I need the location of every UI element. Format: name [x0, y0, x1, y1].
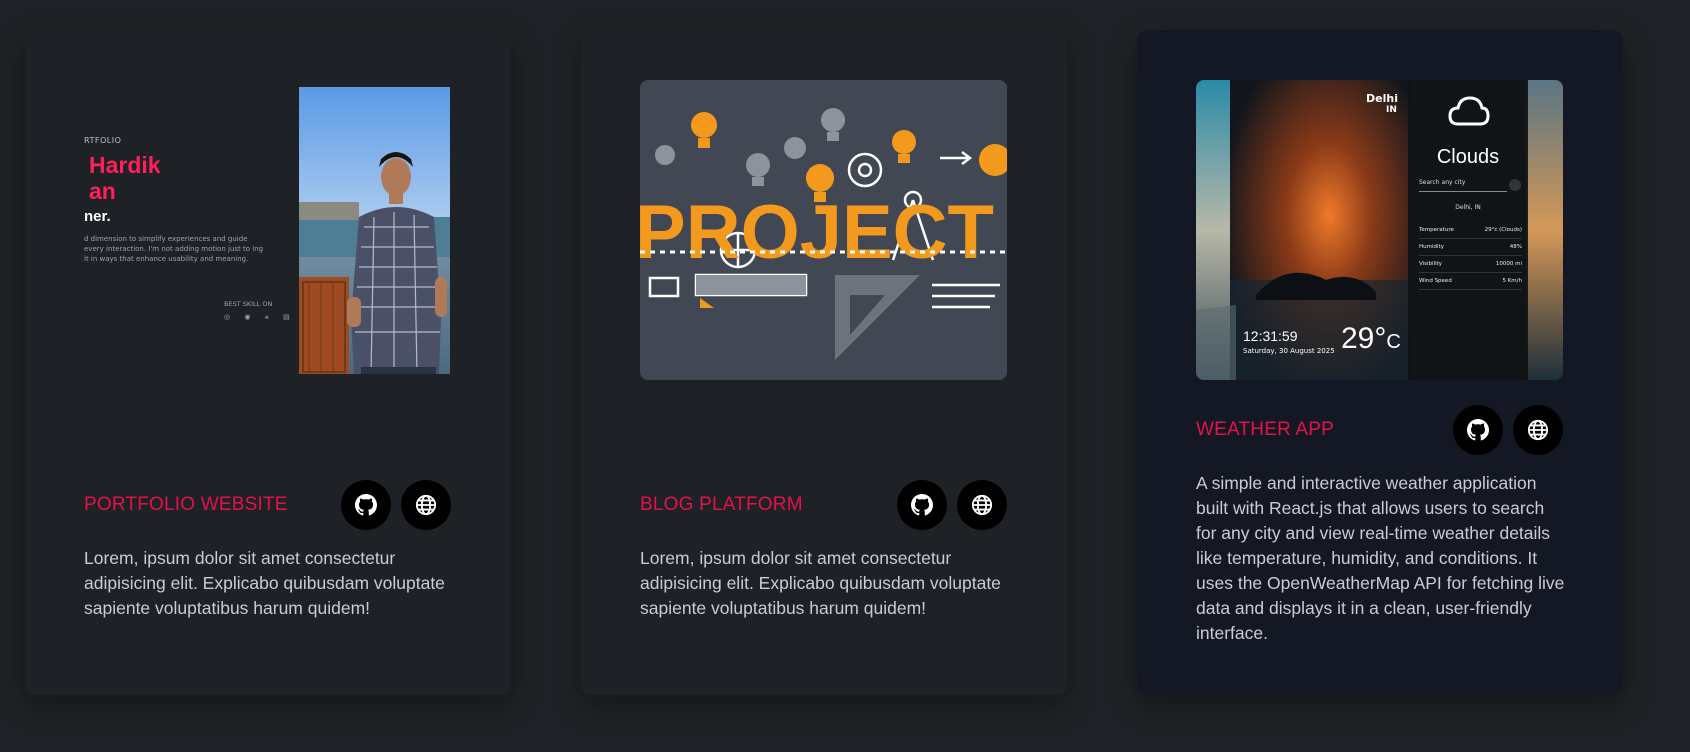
weather-temperature: 29°C — [1341, 322, 1401, 355]
project-card-weather: Delhi IN Clouds Search any city Delhi, I… — [1137, 30, 1623, 695]
live-site-button[interactable] — [957, 480, 1007, 530]
project-card-blog: PROJECT BLOG PLATFORM Lorem, ipsum dolor… — [581, 30, 1067, 695]
thumb-name: Hardik an — [89, 152, 161, 204]
profile-photo — [299, 87, 450, 374]
stat-row: Visibility 10000 mi — [1419, 256, 1522, 273]
project-title: WEATHER APP — [1196, 419, 1335, 440]
project-illustration: PROJECT — [640, 108, 1007, 360]
project-title: BLOG PLATFORM — [640, 494, 803, 515]
project-description: Lorem, ipsum dolor sit amet consectetur … — [84, 548, 445, 618]
thumb-label: RTFOLIO — [84, 136, 122, 145]
search-icon[interactable] — [1509, 179, 1521, 191]
thumb-role: ner. — [84, 208, 111, 225]
thumb-tagline: d dimension to simplify experiences and … — [84, 235, 264, 263]
thumb-skill-label: BEST SKILL ON — [224, 300, 273, 308]
stat-row: Wind Speed 5 Km/h — [1419, 273, 1522, 290]
github-button[interactable] — [1453, 405, 1503, 455]
github-icon — [355, 494, 377, 516]
project-links — [1453, 405, 1563, 455]
project-card-portfolio: RTFOLIO Hardik an ner. d dimension to si… — [25, 30, 511, 695]
project-description: A simple and interactive weather applica… — [1196, 473, 1565, 643]
weather-city-row: Delhi, IN — [1455, 204, 1481, 211]
github-button[interactable] — [341, 480, 391, 530]
project-header: WEATHER APP — [1196, 405, 1563, 455]
cloud-icon — [1448, 96, 1490, 126]
weather-stats: Temperature 29°c (Clouds) Humidity 48% Vis… — [1419, 222, 1522, 290]
thumb-skill-icons: ◎ ◉ ⚹ ▤ — [224, 313, 296, 321]
globe-icon — [1527, 419, 1549, 441]
weather-condition: Clouds — [1436, 146, 1500, 168]
projects-grid: RTFOLIO Hardik an ner. d dimension to si… — [0, 0, 1690, 752]
globe-icon — [415, 494, 437, 516]
project-description: Lorem, ipsum dolor sit amet consectetur … — [640, 548, 1001, 618]
project-title: PORTFOLIO WEBSITE — [84, 494, 288, 515]
github-button[interactable] — [897, 480, 947, 530]
stat-row: Humidity 48% — [1419, 239, 1522, 256]
weather-time: 12:31:59 — [1243, 328, 1298, 344]
project-links — [341, 480, 451, 530]
project-thumbnail: Delhi IN Clouds Search any city Delhi, I… — [1196, 80, 1563, 380]
globe-icon — [971, 494, 993, 516]
weather-country: IN — [1386, 105, 1397, 115]
project-thumbnail: RTFOLIO Hardik an ner. d dimension to si… — [84, 80, 451, 380]
stat-row: Temperature 29°c (Clouds) — [1419, 222, 1522, 239]
project-links — [897, 480, 1007, 530]
project-header: BLOG PLATFORM — [640, 480, 1007, 530]
project-header: PORTFOLIO WEBSITE — [84, 480, 451, 530]
weather-city: Delhi — [1366, 92, 1398, 105]
banner-text: PROJECT — [640, 190, 994, 275]
github-icon — [1467, 419, 1489, 441]
live-site-button[interactable] — [1513, 405, 1563, 455]
github-icon — [911, 494, 933, 516]
project-thumbnail: PROJECT — [640, 80, 1007, 380]
city-search-input[interactable]: Search any city — [1419, 179, 1507, 192]
weather-date: Saturday, 30 August 2025 — [1243, 347, 1335, 355]
live-site-button[interactable] — [401, 480, 451, 530]
